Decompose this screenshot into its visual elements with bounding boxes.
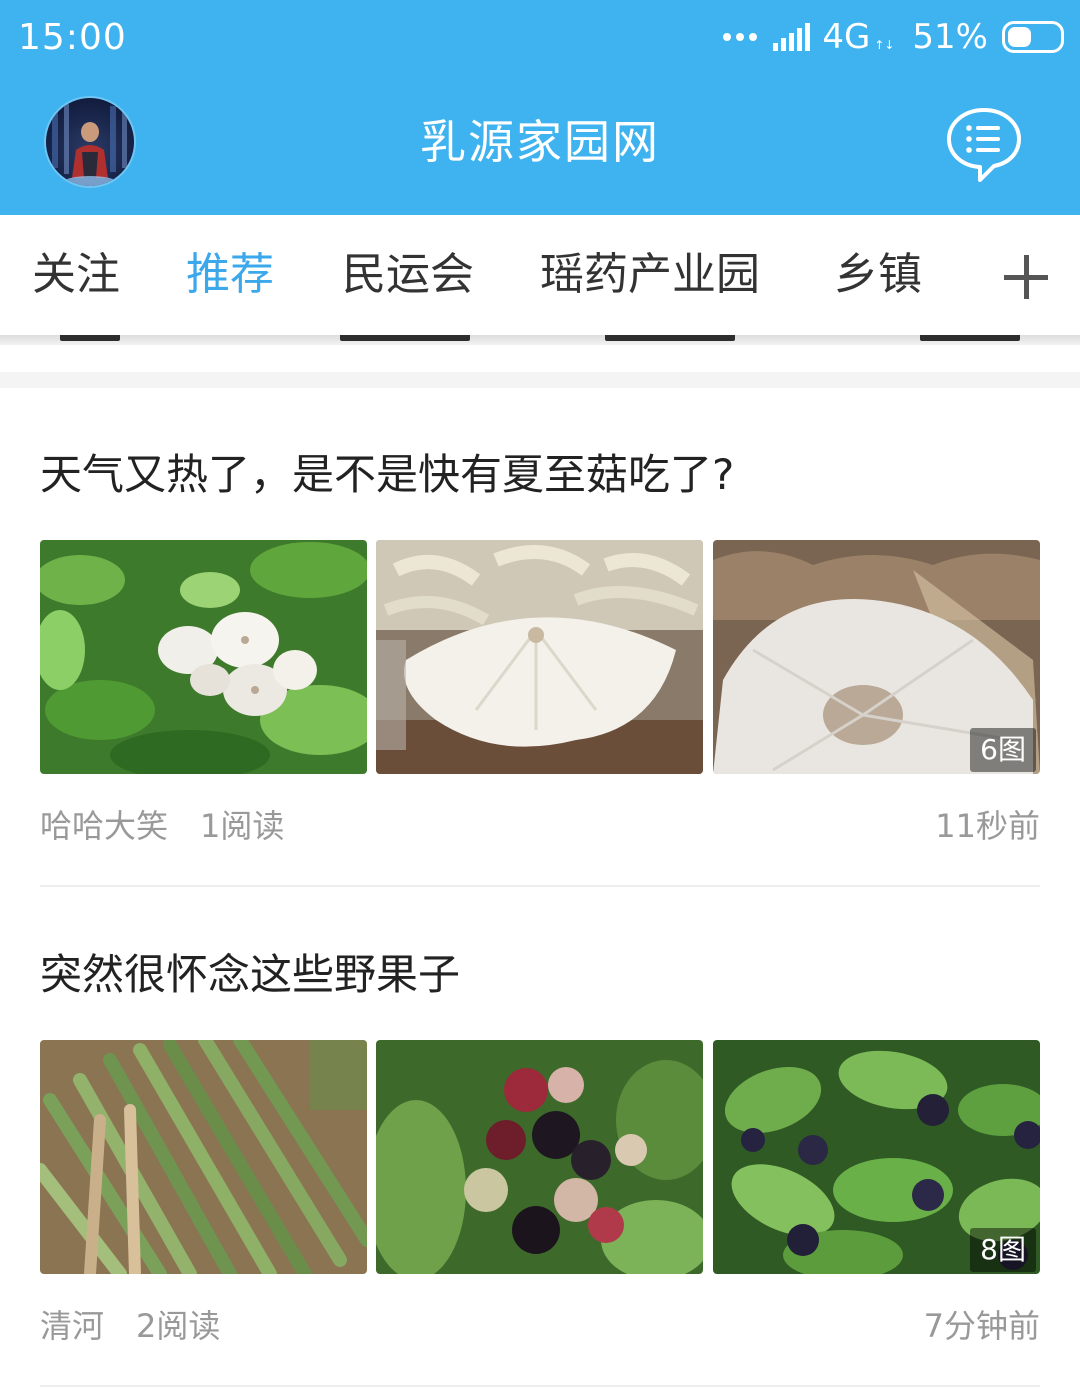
image-count-badge: 8图 <box>970 1228 1036 1272</box>
tab-follow[interactable]: 关注 <box>32 245 120 305</box>
post-image-mushrooms-box[interactable] <box>376 540 703 774</box>
network-type: 4G <box>822 17 871 57</box>
category-tabs: 关注 推荐 民运会 瑶药产业园 乡镇 <box>0 215 1080 335</box>
tab-yao-medicine-park[interactable]: 瑶药产业园 <box>540 245 760 305</box>
data-arrows-icon: ↑↓ <box>874 38 895 52</box>
tab-recommended[interactable]: 推荐 <box>186 245 274 305</box>
status-icons: 4G ↑↓ 51% <box>723 14 1064 60</box>
status-time: 15:00 <box>18 17 127 58</box>
post-read-count: 1阅读 <box>200 807 285 845</box>
feed-separator <box>0 372 1080 388</box>
post-image-bamboo-shoots[interactable] <box>40 1040 367 1274</box>
post-divider <box>40 1385 1040 1387</box>
add-tab-plus-icon[interactable] <box>1004 255 1048 299</box>
post-title[interactable]: 突然很怀念这些野果子 <box>40 935 460 1015</box>
battery-icon <box>1002 21 1064 53</box>
tab-towns[interactable]: 乡镇 <box>834 245 922 305</box>
message-list-button[interactable] <box>944 104 1024 184</box>
post-time: 11秒前 <box>935 807 1040 845</box>
more-dots-icon <box>723 33 758 41</box>
post-image-mushroom-closeup[interactable]: 6图 <box>713 540 1040 774</box>
post-author[interactable]: 哈哈大笑 <box>40 800 168 852</box>
cut-text-fragment <box>340 335 470 341</box>
battery-percent: 51% <box>912 17 988 57</box>
scrolled-content-edge <box>0 335 1080 345</box>
app-title: 乳源家园网 <box>420 115 660 169</box>
image-count-badge: 6图 <box>970 728 1036 772</box>
cut-text-fragment <box>920 335 1020 341</box>
post-author[interactable]: 清河 <box>40 1300 104 1352</box>
message-list-icon <box>947 108 1021 182</box>
post-title[interactable]: 天气又热了，是不是快有夏至菇吃了? <box>40 435 734 515</box>
post-image-mushrooms-grass[interactable] <box>40 540 367 774</box>
cut-text-fragment <box>605 335 735 341</box>
app-screen: 15:00 4G ↑↓ 51% 乳源家园网 关注 推荐 民运会 瑶药产业园 乡镇… <box>0 0 1080 1394</box>
post-image-blue-berries[interactable]: 8图 <box>713 1040 1040 1274</box>
signal-bars-icon <box>773 23 811 51</box>
post-divider <box>40 885 1040 887</box>
tab-games[interactable]: 民运会 <box>342 245 474 305</box>
post-read-count: 2阅读 <box>136 1307 221 1345</box>
post-image-wild-berries[interactable] <box>376 1040 703 1274</box>
cut-text-fragment <box>60 335 120 341</box>
post-time: 7分钟前 <box>923 1307 1040 1345</box>
battery-level <box>1008 27 1031 47</box>
app-header: 15:00 4G ↑↓ 51% 乳源家园网 <box>0 0 1080 215</box>
